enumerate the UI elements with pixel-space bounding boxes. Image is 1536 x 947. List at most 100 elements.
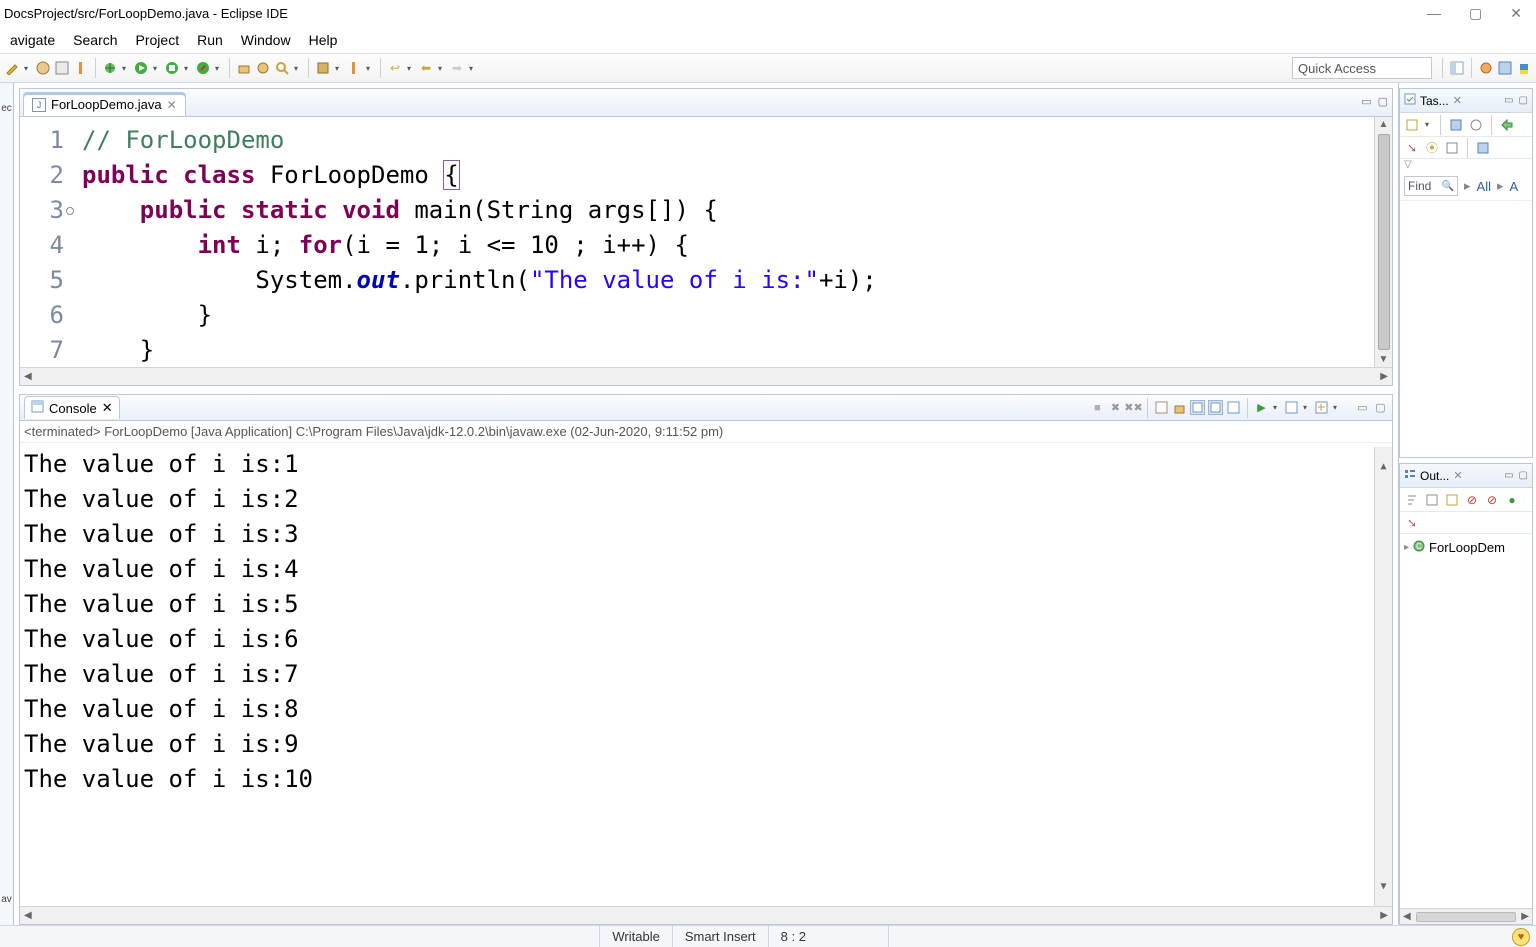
remove-all-icon[interactable]: ✖✖ <box>1126 400 1141 415</box>
collapse-all-icon[interactable]: ➘ <box>1404 140 1420 156</box>
sort-icon[interactable] <box>1404 492 1420 508</box>
dropdown-icon[interactable]: ▾ <box>1301 403 1309 412</box>
dropdown-icon[interactable]: ▾ <box>213 64 221 73</box>
menu-window[interactable]: Window <box>233 28 299 52</box>
filter-icon[interactable] <box>1475 140 1491 156</box>
toggle-mark-icon[interactable] <box>73 60 89 76</box>
close-view-icon[interactable]: ✕ <box>1453 469 1462 482</box>
console-vscrollbar[interactable]: ▲▼ <box>1374 447 1392 906</box>
close-icon[interactable]: ✕ <box>1510 5 1522 22</box>
close-tab-icon[interactable]: ✕ <box>102 400 113 416</box>
console-hscrollbar[interactable]: ◀▶ <box>20 906 1392 924</box>
code-area[interactable]: // ForLoopDemo public class ForLoopDemo … <box>76 117 1374 367</box>
pin-console-icon[interactable] <box>1190 400 1205 415</box>
dropdown-icon[interactable]: ▾ <box>467 64 475 73</box>
maximize-view-icon[interactable]: ▢ <box>1519 95 1528 106</box>
dropdown-icon[interactable]: ▾ <box>1423 120 1431 129</box>
dropdown-icon[interactable]: ▾ <box>405 64 413 73</box>
dropdown-icon[interactable]: ▾ <box>292 64 300 73</box>
palette-icon[interactable] <box>35 60 51 76</box>
task-filter-icon[interactable] <box>346 60 362 76</box>
link-icon[interactable] <box>1444 140 1460 156</box>
pencil-icon[interactable] <box>4 60 20 76</box>
editor-tab[interactable]: J ForLoopDemo.java ✕ <box>23 92 186 116</box>
dropdown-icon[interactable]: ▾ <box>333 64 341 73</box>
menu-help[interactable]: Help <box>301 28 346 52</box>
close-view-icon[interactable]: ✕ <box>1453 94 1462 107</box>
show-when-write-icon[interactable] <box>1208 400 1223 415</box>
java-perspective-icon[interactable] <box>1497 60 1513 76</box>
menu-navigate[interactable]: avigate <box>2 28 63 52</box>
new-package-icon[interactable] <box>236 60 252 76</box>
display-console-icon[interactable] <box>1284 400 1299 415</box>
schedule-icon[interactable] <box>1468 117 1484 133</box>
terminate-icon[interactable]: ■ <box>1090 400 1105 415</box>
maximize-view-icon[interactable]: ▢ <box>1378 95 1388 108</box>
tasks-toolbar-2: ➘ ⦿ <box>1400 137 1532 159</box>
dropdown-icon[interactable]: ▾ <box>22 64 30 73</box>
editor-vscrollbar[interactable]: ▲▼ <box>1374 117 1392 367</box>
focus-active-icon[interactable]: ➘ <box>1404 515 1420 531</box>
new-task-icon[interactable] <box>1404 117 1420 133</box>
dropdown-icon[interactable]: ▾ <box>364 64 372 73</box>
maximize-icon[interactable]: ▢ <box>1469 5 1482 22</box>
nav-back-icon[interactable]: ⬅ <box>418 60 434 76</box>
ext-tools-icon[interactable] <box>195 60 211 76</box>
dropdown-icon[interactable]: ▾ <box>1331 403 1339 412</box>
minimize-view-icon[interactable]: ▭ <box>1355 400 1370 415</box>
minimize-view-icon[interactable]: ▭ <box>1504 95 1513 106</box>
nav-fwd-icon[interactable]: ➡ <box>449 60 465 76</box>
run-icon[interactable] <box>133 60 149 76</box>
maximize-view-icon[interactable]: ▢ <box>1373 400 1388 415</box>
open-perspective-icon[interactable] <box>1449 60 1465 76</box>
maximize-view-icon[interactable]: ▢ <box>1519 470 1528 481</box>
back-icon[interactable]: ↩ <box>387 60 403 76</box>
minimize-view-icon[interactable]: ▭ <box>1504 470 1513 481</box>
menu-search[interactable]: Search <box>65 28 125 52</box>
main-toolbar: ▾ ▾ ▾ ▾ ▾ ▾ ▾ ▾ ↩▾ ⬅▾ ➡▾ Quick Access <box>0 53 1536 83</box>
minimize-view-icon[interactable]: ▭ <box>1361 95 1371 108</box>
new-class-icon[interactable] <box>315 60 331 76</box>
menu-run[interactable]: Run <box>189 28 231 52</box>
debug-perspective-icon[interactable] <box>1478 60 1494 76</box>
outline-hscrollbar[interactable]: ◀▶ <box>1400 908 1532 924</box>
remove-launch-icon[interactable]: ✖ <box>1108 400 1123 415</box>
save-all-icon[interactable] <box>54 60 70 76</box>
hide-nonpublic-icon[interactable]: ⊘ <box>1464 492 1480 508</box>
new-console-icon[interactable] <box>1314 400 1329 415</box>
dropdown-icon[interactable]: ▾ <box>182 64 190 73</box>
search-icon[interactable] <box>274 60 290 76</box>
dropdown-icon[interactable]: ▾ <box>1271 403 1279 412</box>
link-editor-icon[interactable]: ● <box>1504 492 1520 508</box>
console-tab[interactable]: Console ✕ <box>24 396 120 419</box>
sync-icon[interactable] <box>1499 117 1515 133</box>
dropdown-icon[interactable]: ▾ <box>436 64 444 73</box>
minimize-icon[interactable]: — <box>1427 5 1441 22</box>
word-wrap-icon[interactable] <box>1226 400 1241 415</box>
clear-console-icon[interactable] <box>1154 400 1169 415</box>
console-output[interactable]: The value of i is:1 The value of i is:2 … <box>24 447 1374 906</box>
scroll-lock-icon[interactable] <box>1172 400 1187 415</box>
tip-icon[interactable]: ♥ <box>1512 928 1530 946</box>
focus-icon[interactable]: ⦿ <box>1424 140 1440 156</box>
coverage-icon[interactable] <box>164 60 180 76</box>
dropdown-icon[interactable]: ▾ <box>120 64 128 73</box>
tasks-find-field[interactable]: Find🔍 <box>1404 176 1458 196</box>
hide-fields-icon[interactable] <box>1424 492 1440 508</box>
menu-project[interactable]: Project <box>128 28 188 52</box>
hide-local-icon[interactable]: ⊘ <box>1484 492 1500 508</box>
outline-item[interactable]: ▸ C ForLoopDem <box>1404 538 1528 557</box>
open-type-icon[interactable] <box>255 60 271 76</box>
hide-static-icon[interactable] <box>1444 492 1460 508</box>
close-tab-icon[interactable]: ✕ <box>167 98 177 112</box>
tasks-breadcrumb-all[interactable]: All <box>1477 179 1491 194</box>
tasks-breadcrumb-a[interactable]: A <box>1510 179 1519 194</box>
debug-icon[interactable] <box>102 60 118 76</box>
categorize-icon[interactable] <box>1448 117 1464 133</box>
dropdown-icon[interactable]: ▾ <box>151 64 159 73</box>
editor-hscrollbar[interactable]: ◀▶ <box>20 367 1392 385</box>
left-trim[interactable]: ec av <box>0 83 14 925</box>
open-console-icon[interactable]: ▶ <box>1254 400 1269 415</box>
pydev-perspective-icon[interactable] <box>1516 60 1532 76</box>
quick-access-field[interactable]: Quick Access <box>1292 57 1432 79</box>
